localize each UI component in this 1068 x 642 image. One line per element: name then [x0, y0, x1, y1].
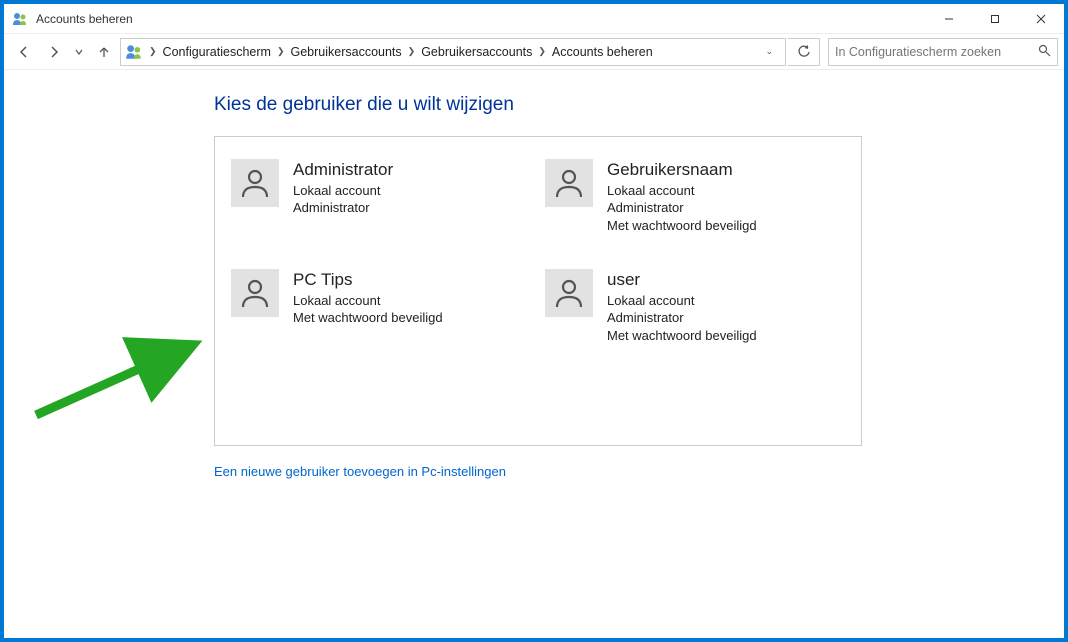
search-box[interactable] [828, 38, 1058, 66]
account-line: Lokaal account [607, 292, 757, 310]
chevron-right-icon: ❯ [149, 46, 157, 57]
account-item-user[interactable]: user Lokaal account Administrator Met wa… [541, 267, 849, 347]
account-line: Administrator [293, 199, 393, 217]
account-line: Administrator [607, 199, 757, 217]
account-item-administrator[interactable]: Administrator Lokaal account Administrat… [227, 157, 535, 237]
close-button[interactable] [1018, 4, 1064, 34]
account-name: PC Tips [293, 269, 443, 292]
account-item-gebruikersnaam[interactable]: Gebruikersnaam Lokaal account Administra… [541, 157, 849, 237]
search-input[interactable] [835, 45, 1038, 59]
recent-dropdown[interactable] [70, 38, 88, 66]
account-line: Administrator [607, 309, 757, 327]
nav-bar: ❯ Configuratiescherm ❯ Gebruikersaccount… [4, 34, 1064, 70]
breadcrumb-root[interactable]: Configuratiescherm [163, 45, 271, 59]
breadcrumb-l1[interactable]: Gebruikersaccounts [290, 45, 401, 59]
account-name: Gebruikersnaam [607, 159, 757, 182]
chevron-right-icon: ❯ [408, 46, 416, 57]
chevron-right-icon: ❯ [277, 46, 285, 57]
avatar-icon [231, 159, 279, 207]
address-bar[interactable]: ❯ Configuratiescherm ❯ Gebruikersaccount… [120, 38, 786, 66]
forward-button[interactable] [40, 38, 68, 66]
chevron-right-icon: ❯ [538, 46, 546, 57]
minimize-button[interactable] [926, 4, 972, 34]
chevron-down-icon[interactable]: ⌄ [757, 46, 781, 57]
avatar-icon [231, 269, 279, 317]
page-heading: Kies de gebruiker die u wilt wijzigen [214, 94, 1064, 116]
account-info: Gebruikersnaam Lokaal account Administra… [607, 159, 757, 235]
back-button[interactable] [10, 38, 38, 66]
avatar-icon [545, 269, 593, 317]
window-title: Accounts beheren [36, 12, 133, 26]
accounts-panel: Administrator Lokaal account Administrat… [214, 136, 862, 446]
breadcrumb-l3[interactable]: Accounts beheren [552, 45, 653, 59]
avatar-icon [545, 159, 593, 207]
account-line: Lokaal account [607, 182, 757, 200]
maximize-button[interactable] [972, 4, 1018, 34]
search-icon[interactable] [1038, 44, 1051, 60]
account-name: user [607, 269, 757, 292]
up-button[interactable] [90, 38, 118, 66]
account-line: Met wachtwoord beveiligd [607, 327, 757, 345]
account-item-pc-tips[interactable]: PC Tips Lokaal account Met wachtwoord be… [227, 267, 535, 347]
control-panel-icon [125, 43, 143, 61]
account-info: PC Tips Lokaal account Met wachtwoord be… [293, 269, 443, 327]
annotation-arrow [26, 330, 206, 430]
account-line: Lokaal account [293, 182, 393, 200]
account-line: Met wachtwoord beveiligd [607, 217, 757, 235]
add-user-link[interactable]: Een nieuwe gebruiker toevoegen in Pc-ins… [214, 464, 506, 479]
refresh-button[interactable] [788, 38, 820, 66]
account-name: Administrator [293, 159, 393, 182]
window-accounts-icon [12, 11, 28, 27]
titlebar: Accounts beheren [4, 4, 1064, 34]
account-line: Lokaal account [293, 292, 443, 310]
account-info: user Lokaal account Administrator Met wa… [607, 269, 757, 345]
account-info: Administrator Lokaal account Administrat… [293, 159, 393, 217]
breadcrumb-l2[interactable]: Gebruikersaccounts [421, 45, 532, 59]
account-line: Met wachtwoord beveiligd [293, 309, 443, 327]
content-area: Kies de gebruiker die u wilt wijzigen Ad… [4, 70, 1064, 638]
